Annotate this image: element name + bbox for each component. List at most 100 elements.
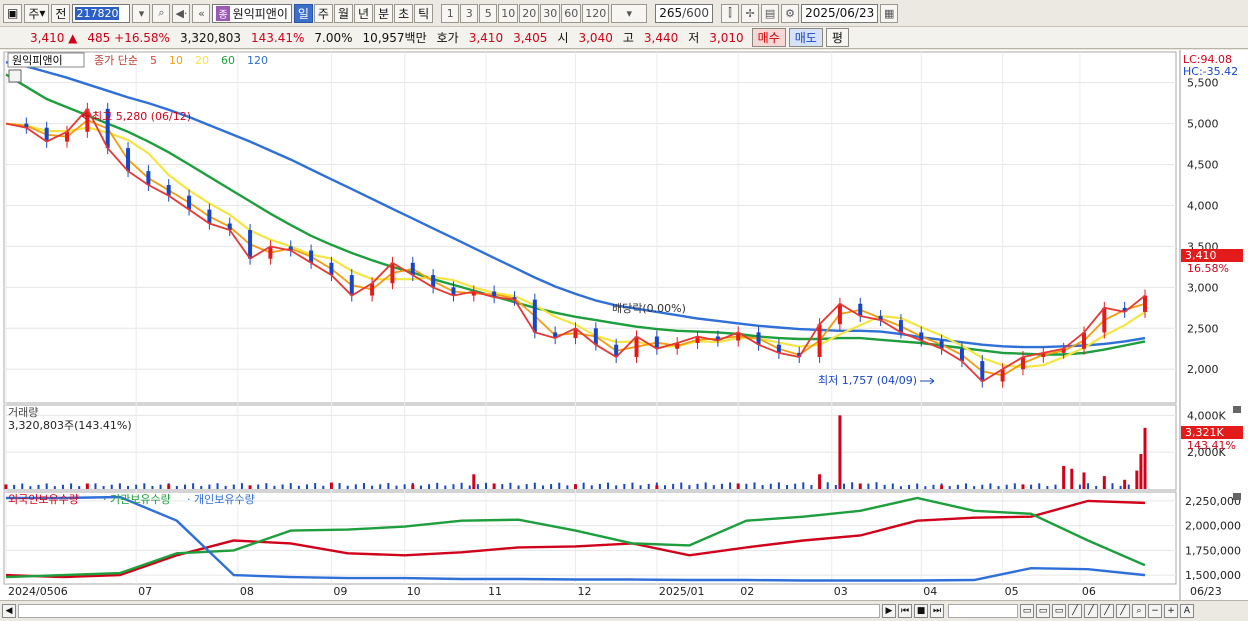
holding-tick-2: 1,750,000	[1185, 544, 1241, 557]
zoom-slider[interactable]	[948, 604, 1018, 618]
minute-option-120[interactable]: 120	[582, 3, 610, 23]
volume-bar-bg-158	[647, 483, 650, 489]
volume-bar-bg-34	[143, 483, 146, 489]
volume-bar-bg-132	[541, 485, 544, 489]
chart-svg[interactable]: 5,5005,0004,5004,0003,5003,0002,5002,000…	[0, 50, 1248, 600]
draw-line-icon-1[interactable]: ╱	[1068, 604, 1082, 618]
stock-code-input[interactable]: 217820	[72, 3, 131, 23]
period-tabs: 일주월년분초틱	[293, 3, 434, 23]
volume-panel-close-icon[interactable]	[1233, 406, 1241, 413]
scroll-track[interactable]	[18, 604, 880, 618]
holding-tick-0: 2,250,000	[1185, 495, 1241, 508]
candle-54	[1102, 307, 1107, 333]
stop-icon[interactable]: ■	[914, 604, 928, 618]
minute-dropdown-icon[interactable]: ▾	[611, 3, 648, 23]
volume-bar-23	[1143, 427, 1147, 489]
panel-calc-icon[interactable]	[8, 69, 22, 83]
candle-49	[1000, 369, 1005, 382]
gear-icon[interactable]: ⚙	[781, 3, 800, 23]
history-icon[interactable]: «	[192, 3, 211, 23]
draw-line-icon-4[interactable]: ╱	[1116, 604, 1130, 618]
text-tool-icon[interactable]: A	[1180, 604, 1194, 618]
volume-bar-bg-76	[314, 483, 317, 489]
volume-bar-bg-246	[1005, 484, 1008, 489]
zoom-icon[interactable]: ⌕	[1132, 604, 1146, 618]
volume-bar-bg-156	[639, 485, 642, 489]
count-box[interactable]: 265/600	[655, 3, 714, 23]
zoom-in-icon[interactable]: +	[1164, 604, 1178, 618]
price-tick-0: 5,500	[1187, 77, 1219, 90]
volume-bar-bg-138	[566, 485, 569, 489]
draw-line-icon-2[interactable]: ╱	[1084, 604, 1098, 618]
period-tab-3[interactable]: 년	[354, 3, 374, 23]
volume-bar-bg-166	[680, 482, 683, 489]
volume-bar-bg-26	[110, 484, 113, 489]
minute-option-60[interactable]: 60	[561, 3, 582, 23]
minute-option-3[interactable]: 3	[460, 3, 479, 23]
price-tick-7: 2,000	[1187, 363, 1219, 376]
holding-panel-close-icon[interactable]	[1233, 493, 1241, 500]
search-icon[interactable]: ⌕	[152, 3, 171, 23]
volume-bar-bg-152	[623, 483, 626, 489]
date-input[interactable]: 2025/06/23	[801, 3, 879, 23]
volume-bar-bg-122	[501, 484, 504, 489]
period-tab-6[interactable]: 틱	[414, 3, 434, 23]
layout-icon-3[interactable]: ▭	[1052, 604, 1066, 618]
prev-button[interactable]: 전	[51, 3, 71, 23]
scroll-right-icon[interactable]: ▶	[882, 604, 896, 618]
period-tab-0[interactable]: 일	[293, 3, 313, 23]
price-tick-6: 2,500	[1187, 322, 1219, 335]
axis-labels: 5,5005,0004,5004,0003,5003,0002,5002,000…	[8, 77, 1241, 598]
minute-option-20[interactable]: 20	[519, 3, 540, 23]
crosshair-icon[interactable]: ✢	[741, 3, 760, 23]
volume-bar-bg-224	[916, 483, 919, 489]
minute-option-1[interactable]: 1	[441, 3, 460, 23]
volume-ratio: 143.41%	[251, 30, 305, 45]
minute-option-5[interactable]: 5	[479, 3, 498, 23]
volume-bar-bg-154	[631, 482, 634, 489]
sound-icon[interactable]: ◀·	[172, 3, 191, 23]
volume-bar-bg-52	[216, 483, 219, 489]
volume-bar-bg-66	[273, 485, 276, 489]
sell-button[interactable]: 매도	[788, 28, 823, 47]
period-tab-4[interactable]: 분	[374, 3, 394, 23]
buy-button[interactable]: 매수	[751, 28, 786, 47]
volume-bar-14	[940, 485, 944, 489]
code-dropdown-icon[interactable]: ▾	[132, 3, 151, 23]
minute-option-30[interactable]: 30	[540, 3, 561, 23]
period-tab-5[interactable]: 초	[394, 3, 414, 23]
candle-icon[interactable]: ⫿	[721, 3, 740, 23]
draw-line-icon-3[interactable]: ╱	[1100, 604, 1114, 618]
volume-bar-bg-130	[533, 482, 536, 489]
volume-bar-bg-22	[94, 483, 97, 489]
volume-bar-bg-248	[1013, 483, 1016, 489]
volume-bar-bg-226	[924, 486, 927, 489]
stock-type-badge: 종	[216, 5, 230, 21]
calendar-icon[interactable]: ▦	[880, 3, 899, 23]
volume-bar-bg-8	[37, 484, 40, 489]
rewind-icon[interactable]: ⏮	[898, 604, 912, 618]
last-price-label: 3,410	[1185, 249, 1217, 262]
period-tab-1[interactable]: 주	[313, 3, 333, 23]
minute-option-10[interactable]: 10	[498, 3, 519, 23]
scroll-left-icon[interactable]: ◀	[2, 604, 16, 618]
volume-bar-bg-172	[704, 482, 707, 489]
zoom-out-icon[interactable]: −	[1148, 604, 1162, 618]
volume-bar-bg-128	[525, 484, 528, 489]
layout-icon-2[interactable]: ▭	[1036, 604, 1050, 618]
forward-icon[interactable]: ⏭	[930, 604, 944, 618]
volume-bar-bg-194	[794, 483, 797, 489]
volume-bar-bg-214	[875, 482, 878, 489]
volume-bar-15	[1021, 484, 1025, 489]
chart-type-icon[interactable]: ▣	[3, 3, 23, 23]
volume-bar-13	[858, 483, 862, 489]
volume-bar-bg-64	[265, 483, 268, 489]
period-tab-2[interactable]: 월	[333, 3, 354, 23]
volume-bar-12	[838, 415, 842, 489]
volume-bar-bg-178	[729, 482, 732, 489]
chart-area[interactable]: 5,500 5,000 4,500 4,000 3,500 3,000 2,500 2,000…	[0, 50, 1248, 600]
layout-icon-1[interactable]: ▭	[1020, 604, 1034, 618]
eval-button[interactable]: 평	[825, 28, 849, 47]
save-icon[interactable]: ▤	[761, 3, 780, 23]
period-select[interactable]: 주 ▾	[24, 3, 50, 23]
